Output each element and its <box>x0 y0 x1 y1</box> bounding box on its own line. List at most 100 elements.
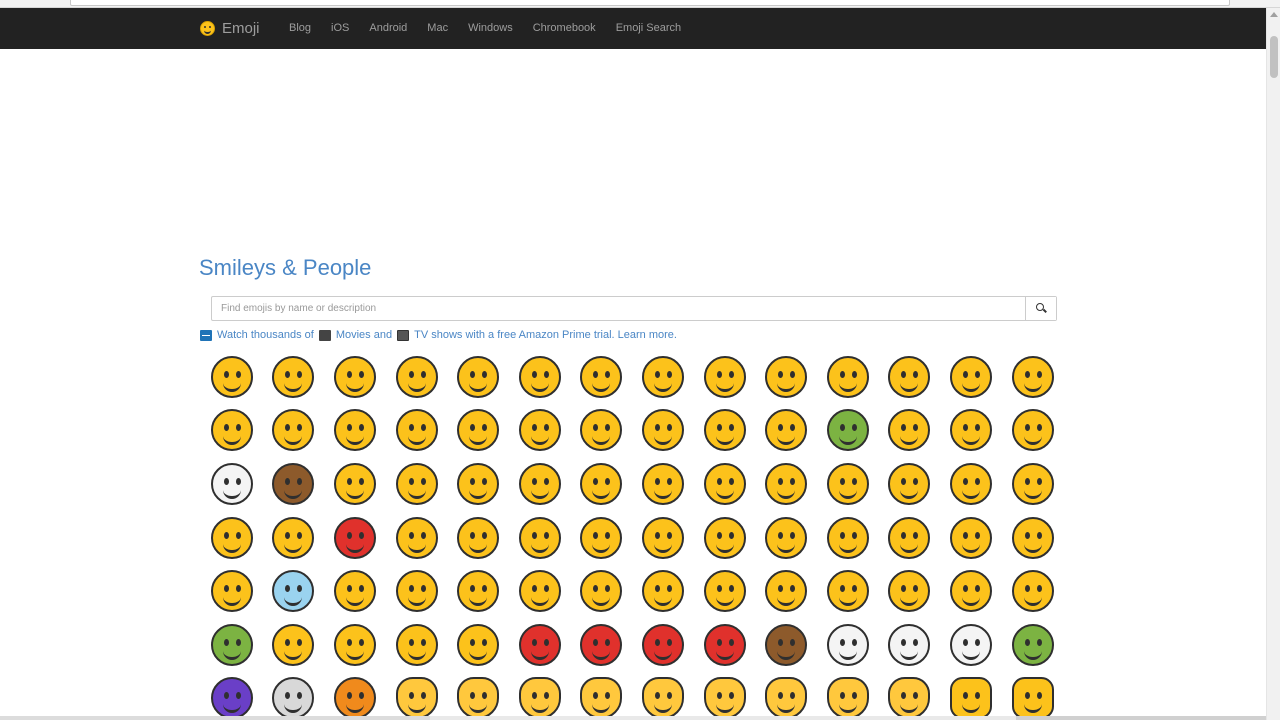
emoji-cell[interactable] <box>263 511 325 565</box>
emoji-cell[interactable] <box>263 457 325 511</box>
emoji-cell[interactable] <box>1002 457 1064 511</box>
emoji-cell[interactable] <box>386 457 448 511</box>
emoji-cell[interactable] <box>1002 511 1064 565</box>
emoji-cell[interactable] <box>755 404 817 458</box>
emoji-cell[interactable] <box>386 618 448 672</box>
emoji-cell[interactable] <box>324 511 386 565</box>
emoji-cell[interactable] <box>571 618 633 672</box>
emoji-cell[interactable] <box>571 564 633 618</box>
emoji-cell[interactable] <box>1002 350 1064 404</box>
emoji-cell[interactable] <box>817 511 879 565</box>
emoji-cell[interactable] <box>447 350 509 404</box>
emoji-cell[interactable] <box>817 618 879 672</box>
emoji-cell[interactable] <box>201 564 263 618</box>
emoji-cell[interactable] <box>755 618 817 672</box>
emoji-cell[interactable] <box>201 511 263 565</box>
emoji-cell[interactable] <box>879 350 941 404</box>
brand-link[interactable]: Emoji <box>200 8 260 49</box>
emoji-cell[interactable] <box>386 404 448 458</box>
emoji-cell[interactable] <box>447 511 509 565</box>
emoji-cell[interactable] <box>1002 564 1064 618</box>
emoji-cell[interactable] <box>1002 404 1064 458</box>
emoji-cell[interactable] <box>571 457 633 511</box>
emoji-cell[interactable] <box>694 511 756 565</box>
emoji-cell[interactable] <box>1002 672 1064 720</box>
emoji-cell[interactable] <box>571 672 633 720</box>
emoji-cell[interactable] <box>632 618 694 672</box>
emoji-cell[interactable] <box>879 564 941 618</box>
emoji-cell[interactable] <box>817 457 879 511</box>
emoji-cell[interactable] <box>509 350 571 404</box>
emoji-cell[interactable] <box>324 457 386 511</box>
emoji-cell[interactable] <box>263 564 325 618</box>
page-scrollbar[interactable] <box>1266 8 1280 720</box>
emoji-cell[interactable] <box>263 618 325 672</box>
emoji-cell[interactable] <box>386 672 448 720</box>
emoji-cell[interactable] <box>694 618 756 672</box>
emoji-cell[interactable] <box>386 511 448 565</box>
amazon-promo-link[interactable]: Watch thousands of Movies and TV shows w… <box>200 329 677 341</box>
emoji-cell[interactable] <box>447 564 509 618</box>
scroll-up-arrow-icon[interactable] <box>1270 12 1278 17</box>
emoji-cell[interactable] <box>509 564 571 618</box>
emoji-cell[interactable] <box>755 350 817 404</box>
emoji-cell[interactable] <box>694 672 756 720</box>
emoji-cell[interactable] <box>940 564 1002 618</box>
emoji-cell[interactable] <box>447 672 509 720</box>
emoji-cell[interactable] <box>201 404 263 458</box>
emoji-cell[interactable] <box>694 404 756 458</box>
emoji-cell[interactable] <box>694 350 756 404</box>
emoji-cell[interactable] <box>263 404 325 458</box>
emoji-cell[interactable] <box>201 618 263 672</box>
emoji-cell[interactable] <box>879 511 941 565</box>
emoji-cell[interactable] <box>879 618 941 672</box>
emoji-cell[interactable] <box>324 350 386 404</box>
emoji-cell[interactable] <box>324 618 386 672</box>
emoji-cell[interactable] <box>201 457 263 511</box>
emoji-cell[interactable] <box>755 511 817 565</box>
emoji-cell[interactable] <box>632 404 694 458</box>
emoji-cell[interactable] <box>201 350 263 404</box>
nav-link-android[interactable]: Android <box>359 8 417 49</box>
emoji-cell[interactable] <box>201 672 263 720</box>
emoji-cell[interactable] <box>1002 618 1064 672</box>
emoji-cell[interactable] <box>755 457 817 511</box>
emoji-cell[interactable] <box>755 564 817 618</box>
emoji-cell[interactable] <box>632 511 694 565</box>
nav-link-emoji-search[interactable]: Emoji Search <box>606 8 691 49</box>
emoji-cell[interactable] <box>694 457 756 511</box>
emoji-cell[interactable] <box>879 457 941 511</box>
search-input[interactable] <box>212 297 1026 320</box>
emoji-cell[interactable] <box>755 672 817 720</box>
emoji-cell[interactable] <box>263 672 325 720</box>
emoji-cell[interactable] <box>940 511 1002 565</box>
emoji-cell[interactable] <box>509 404 571 458</box>
emoji-cell[interactable] <box>447 457 509 511</box>
emoji-cell[interactable] <box>879 404 941 458</box>
emoji-cell[interactable] <box>940 404 1002 458</box>
emoji-cell[interactable] <box>632 564 694 618</box>
emoji-cell[interactable] <box>386 350 448 404</box>
nav-link-windows[interactable]: Windows <box>458 8 523 49</box>
emoji-cell[interactable] <box>509 672 571 720</box>
nav-link-blog[interactable]: Blog <box>279 8 321 49</box>
emoji-cell[interactable] <box>879 672 941 720</box>
emoji-cell[interactable] <box>632 457 694 511</box>
emoji-cell[interactable] <box>509 511 571 565</box>
emoji-cell[interactable] <box>940 350 1002 404</box>
emoji-cell[interactable] <box>386 564 448 618</box>
emoji-cell[interactable] <box>571 404 633 458</box>
emoji-cell[interactable] <box>817 564 879 618</box>
emoji-cell[interactable] <box>447 404 509 458</box>
nav-link-chromebook[interactable]: Chromebook <box>523 8 606 49</box>
emoji-cell[interactable] <box>817 672 879 720</box>
emoji-cell[interactable] <box>940 672 1002 720</box>
emoji-cell[interactable] <box>632 350 694 404</box>
emoji-cell[interactable] <box>447 618 509 672</box>
emoji-cell[interactable] <box>632 672 694 720</box>
emoji-cell[interactable] <box>940 457 1002 511</box>
nav-link-mac[interactable]: Mac <box>417 8 458 49</box>
emoji-cell[interactable] <box>509 618 571 672</box>
scrollbar-thumb[interactable] <box>1270 36 1278 78</box>
emoji-cell[interactable] <box>324 564 386 618</box>
